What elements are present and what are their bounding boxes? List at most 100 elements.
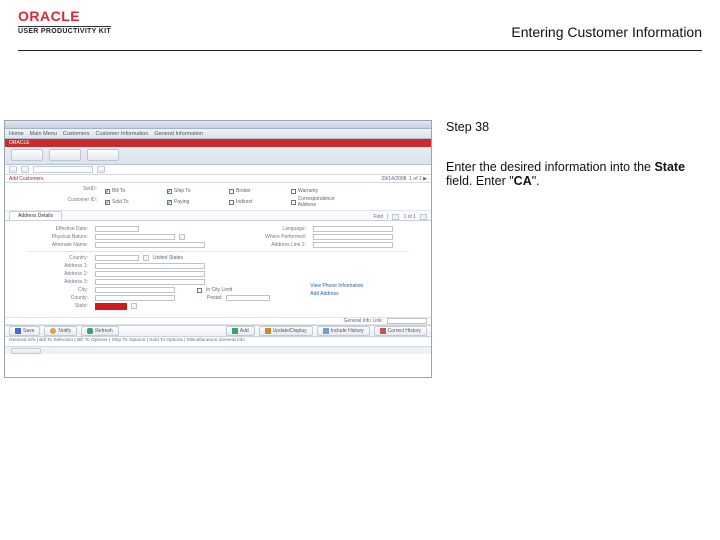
status-bar: General Info | Bill To Selection | Bill … <box>5 337 431 346</box>
tab-first-icon[interactable] <box>392 214 399 220</box>
toolbar-button[interactable] <box>21 166 29 173</box>
county-field[interactable] <box>95 295 175 301</box>
customerid-label: Customer ID: <box>29 197 99 207</box>
add-icon <box>232 328 238 334</box>
crumb[interactable]: Customer Information <box>95 131 148 137</box>
country-field[interactable] <box>95 255 139 261</box>
ribbon-button[interactable] <box>49 149 81 161</box>
correct-history-button[interactable]: Correct History <box>374 326 427 336</box>
address3-label: Address 3: <box>27 279 91 285</box>
shipto-checkbox[interactable] <box>167 189 172 194</box>
step-label: Step 38 <box>446 120 702 134</box>
alt-name-field[interactable] <box>95 242 205 248</box>
lookup-icon[interactable] <box>131 303 137 309</box>
billto-checkbox[interactable] <box>105 189 110 194</box>
broker-checkbox[interactable] <box>229 189 234 194</box>
eff-date-label: Effective Date: <box>27 226 91 232</box>
address3-field[interactable] <box>95 279 205 285</box>
add-address-link[interactable]: Add Address <box>310 291 338 297</box>
crumb[interactable]: Main Menu <box>30 131 57 137</box>
save-icon <box>15 328 21 334</box>
page-header: ORACLE USER PRODUCTIVITY KIT Entering Cu… <box>0 0 720 48</box>
toolbar-button[interactable] <box>9 166 17 173</box>
tab-find-link[interactable]: Find <box>373 214 383 220</box>
app-screenshot: Home Main Menu Customers Customer Inform… <box>4 120 432 378</box>
content-area: Home Main Menu Customers Customer Inform… <box>0 120 720 378</box>
header-rule <box>18 50 702 51</box>
paying-checkbox[interactable] <box>167 200 172 205</box>
addr-line2-field[interactable] <box>313 242 393 248</box>
customer-type-checks: SetID: Bill To Ship To Broker Warranty C… <box>5 183 431 211</box>
phys-nature-field[interactable] <box>95 234 175 240</box>
city-field[interactable] <box>95 287 175 293</box>
panel-title: Add Customers <box>9 176 43 182</box>
addr-line2-label: Address Line 2: <box>245 242 309 248</box>
update-icon <box>265 328 271 334</box>
add-button[interactable]: Add <box>226 326 255 336</box>
dropdown-icon[interactable] <box>179 234 185 240</box>
postal-field[interactable] <box>226 295 270 301</box>
notify-button[interactable]: Notify <box>44 326 77 336</box>
check-label: Warranty <box>298 188 318 194</box>
search-icon[interactable] <box>97 166 105 173</box>
address2-field[interactable] <box>95 271 205 277</box>
indirect-checkbox[interactable] <box>229 200 234 205</box>
refresh-icon <box>87 328 93 334</box>
action-bar: Save Notify Refresh Add Update/Display I… <box>5 325 431 337</box>
ribbon-button[interactable] <box>11 149 43 161</box>
check-label: Sold To <box>112 199 129 205</box>
oracle-logo: ORACLE USER PRODUCTIVITY KIT <box>18 8 111 36</box>
oracle-brand-bar: ORACLE <box>5 139 431 147</box>
soldto-checkbox[interactable] <box>105 200 110 205</box>
crumb[interactable]: General Information <box>154 131 203 137</box>
country-name: United States <box>153 255 183 261</box>
tab-last-icon[interactable] <box>420 214 427 220</box>
panel-header: Add Customers 09/14/2008 1 of 1 ▶ <box>5 175 431 183</box>
genlink-field[interactable] <box>387 318 427 324</box>
address-form: Effective Date: Physical Nature: Alterna… <box>5 221 431 314</box>
crumb[interactable]: Home <box>9 131 24 137</box>
document-title: Entering Customer Information <box>511 24 702 40</box>
correct-icon <box>380 328 386 334</box>
refresh-button[interactable]: Refresh <box>81 326 119 336</box>
ribbon-button[interactable] <box>87 149 119 161</box>
language-field[interactable] <box>313 226 393 232</box>
panel-date: 09/14/2008 <box>381 176 406 182</box>
state-field[interactable] <box>95 303 127 310</box>
corraddr-checkbox[interactable] <box>291 200 296 205</box>
state-label: State: <box>27 303 91 309</box>
notify-icon <box>50 328 56 334</box>
address2-label: Address 2: <box>27 271 91 277</box>
crumb[interactable]: Customers <box>63 131 90 137</box>
ribbon <box>5 147 431 165</box>
instruction-text: Enter the desired information into the S… <box>446 160 702 188</box>
horizontal-scrollbar[interactable] <box>5 346 431 354</box>
upk-logo-subtext: USER PRODUCTIVITY KIT <box>18 26 111 35</box>
phys-nature-label: Physical Nature: <box>27 234 91 240</box>
warranty-checkbox[interactable] <box>291 189 296 194</box>
eff-date-field[interactable] <box>95 226 139 232</box>
incity-label: In City Limit <box>206 287 232 293</box>
where-perf-field[interactable] <box>313 234 393 240</box>
check-label: Correspondence Address <box>298 196 347 208</box>
history-icon <box>323 328 329 334</box>
include-history-button[interactable]: Include History <box>317 326 370 336</box>
check-label: Broker <box>236 188 251 194</box>
tab-strip: Address Details Find | 1 of 1 <box>5 211 431 221</box>
scroll-thumb[interactable] <box>11 348 41 354</box>
tab-counter: 1 of 1 <box>403 214 416 220</box>
search-input[interactable] <box>33 166 93 173</box>
genlink-label: General Info Link: <box>344 318 383 324</box>
view-phone-link[interactable]: View Phone Information <box>310 283 363 289</box>
save-button[interactable]: Save <box>9 326 40 336</box>
lookup-icon[interactable] <box>143 255 149 261</box>
check-label: Indirect <box>236 199 252 205</box>
setid-label: SetID: <box>29 186 99 196</box>
update-button[interactable]: Update/Display <box>259 326 313 336</box>
tab-address-details[interactable]: Address Details <box>9 211 62 220</box>
breadcrumb-bar: Home Main Menu Customers Customer Inform… <box>5 129 431 139</box>
toolbar <box>5 165 431 175</box>
where-perf-label: Where Performed: <box>245 234 309 240</box>
incity-checkbox[interactable] <box>197 288 202 293</box>
address1-field[interactable] <box>95 263 205 269</box>
